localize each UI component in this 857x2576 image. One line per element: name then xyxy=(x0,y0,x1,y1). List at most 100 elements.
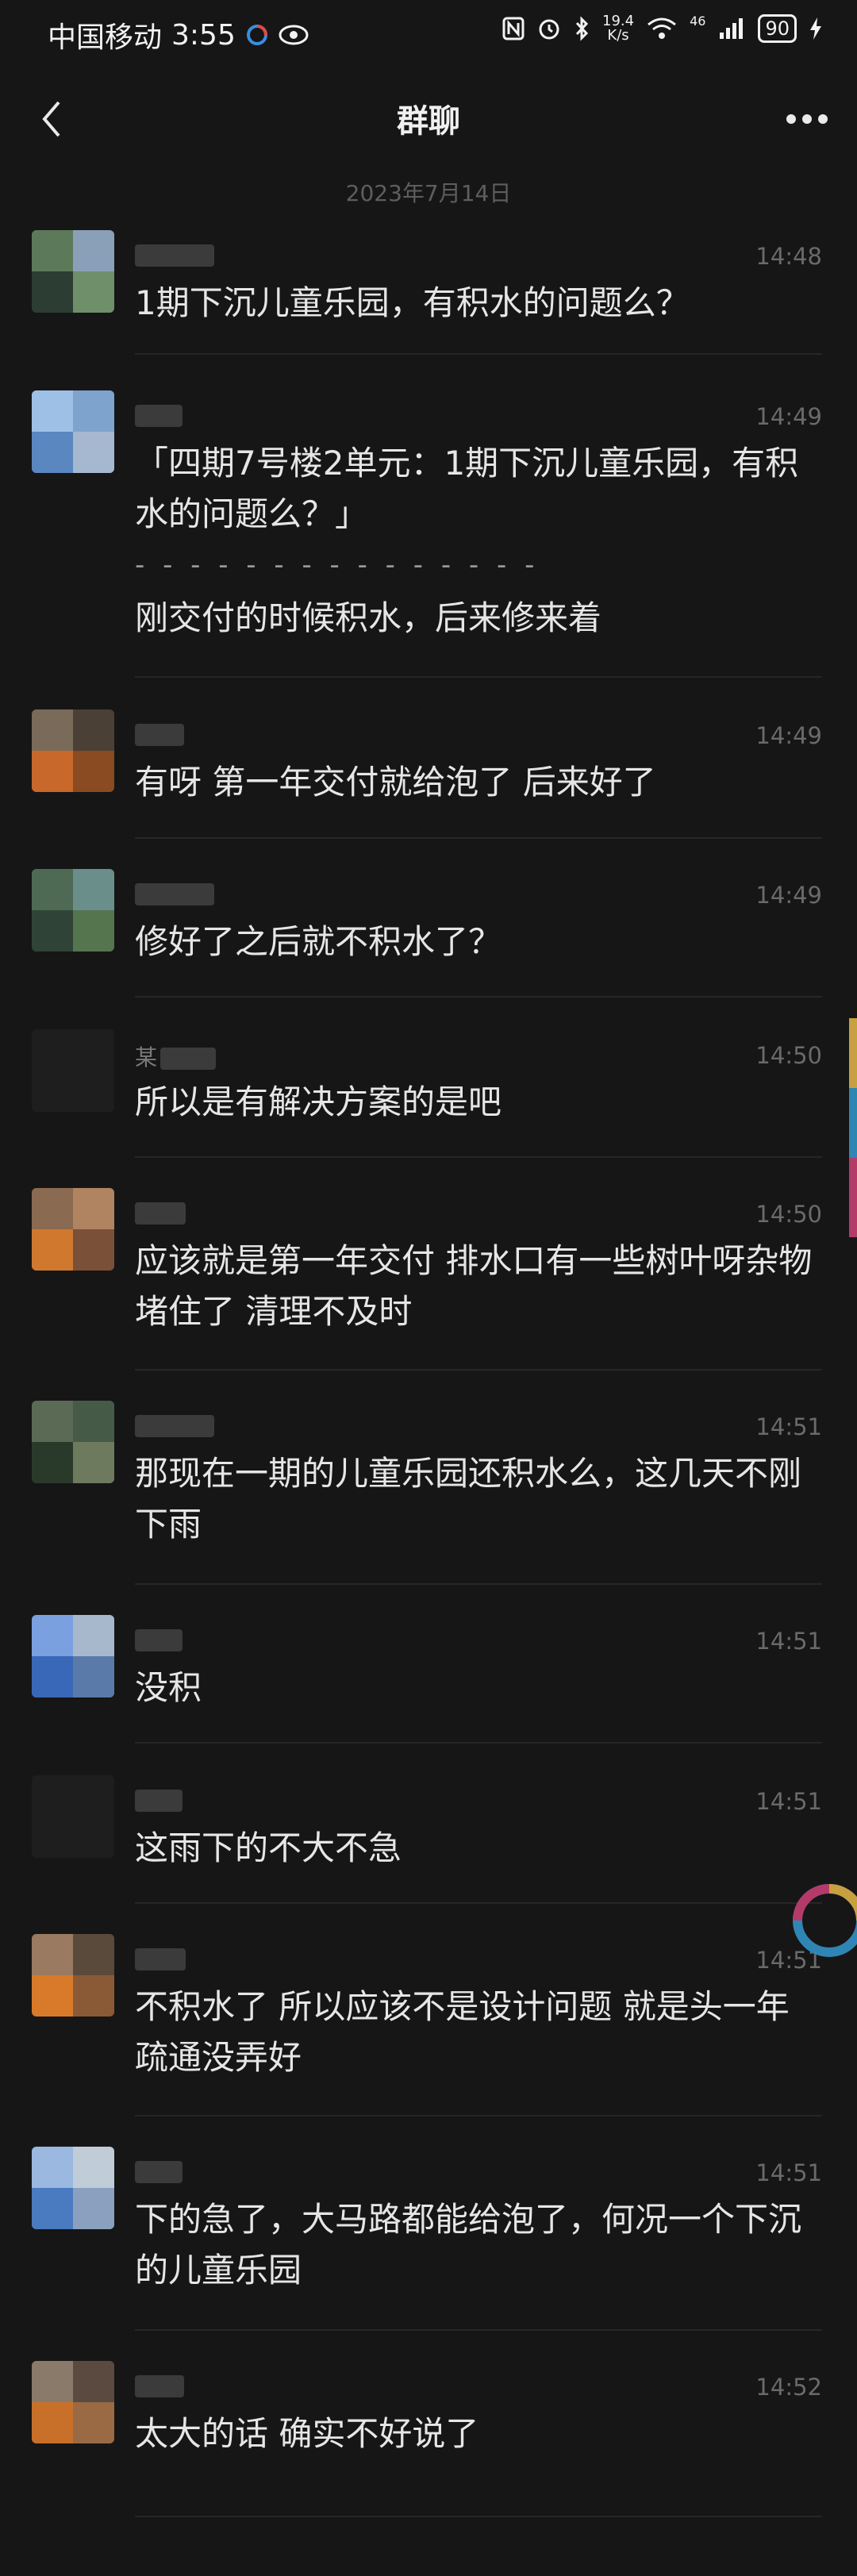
message-item: 14:49 有呀 第一年交付就给泡了 后来好了 xyxy=(0,709,857,829)
avatar[interactable] xyxy=(32,390,114,473)
signal-icon xyxy=(720,18,744,39)
sender-initial: 某 xyxy=(135,1044,158,1071)
divider xyxy=(135,2516,822,2517)
loading-ring-icon xyxy=(246,25,267,45)
message-time: 14:49 xyxy=(755,722,822,749)
avatar[interactable] xyxy=(32,1615,114,1697)
avatar[interactable] xyxy=(32,230,114,313)
message-text: 有呀 第一年交付就给泡了 后来好了 xyxy=(135,763,656,802)
message-item: 14:48 1期下沉儿童乐园，有积水的问题么？ xyxy=(0,230,857,349)
sender-name xyxy=(135,2372,184,2398)
message-time: 14:52 xyxy=(755,2374,822,2401)
net-speed: 19.4 K/s xyxy=(602,14,634,43)
carrier-label: 中国移动 xyxy=(48,21,163,54)
nfc-icon xyxy=(502,17,525,40)
divider xyxy=(135,1742,822,1744)
divider xyxy=(135,676,822,678)
sender-name xyxy=(135,880,214,906)
message-time: 14:51 xyxy=(755,1628,822,1655)
charging-bolt-icon xyxy=(810,17,821,40)
message-text: 太大的话 确实不好说了 xyxy=(135,2414,479,2453)
message-text: 应该就是第一年交付 排水口有一些树叶呀杂物堵住了 清理不及时 xyxy=(135,1241,813,1331)
quoted-message[interactable]: 「四期7号楼2单元：1期下沉儿童乐园，有积水的问题么？」 xyxy=(135,438,817,540)
sender-name xyxy=(135,1626,183,1652)
bluetooth-icon xyxy=(575,16,589,41)
net-speed-unit: K/s xyxy=(607,27,629,44)
battery-indicator: 90 xyxy=(758,14,797,43)
message-item: 14:51 不积水了 所以应该不是设计问题 就是头一年疏通没弄好 xyxy=(0,1934,857,2101)
status-right: 19.4 K/s 46 90 xyxy=(502,13,822,43)
sender-name xyxy=(135,2158,183,2184)
message-time: 14:51 xyxy=(755,1788,822,1815)
more-dots-icon xyxy=(786,114,828,124)
divider xyxy=(135,837,822,839)
sender-name: 某 xyxy=(135,1040,217,1072)
message-time: 14:51 xyxy=(755,2159,822,2186)
avatar[interactable] xyxy=(32,1401,114,1483)
floating-ball-icon[interactable] xyxy=(786,1877,857,1964)
side-strip-yellow[interactable] xyxy=(849,1018,857,1088)
message-text: 没积 xyxy=(135,1668,202,1707)
sender-name xyxy=(135,1945,186,1971)
divider xyxy=(135,353,822,355)
message-time: 14:51 xyxy=(755,1413,822,1440)
message-item: 14:49 「四期7号楼2单元：1期下沉儿童乐园，有积水的问题么？」 - - -… xyxy=(0,390,857,664)
side-strip-blue[interactable] xyxy=(849,1088,857,1158)
avatar[interactable] xyxy=(32,869,114,952)
message-item: 14:51 这雨下的不大不急 xyxy=(0,1775,857,1894)
message-text: 刚交付的时候积水，后来修来着 xyxy=(135,598,602,637)
sender-name xyxy=(135,1412,214,1438)
page-title: 群聊 xyxy=(397,103,460,140)
divider xyxy=(135,1156,822,1158)
message-item: 14:51 那现在一期的儿童乐园还积水么，这几天不刚下雨 xyxy=(0,1401,857,1567)
sender-name xyxy=(135,402,183,428)
message-item: 14:49 修好了之后就不积水了？ xyxy=(0,869,857,988)
divider xyxy=(135,1583,822,1585)
avatar[interactable] xyxy=(32,709,114,792)
message-time: 14:49 xyxy=(755,403,822,430)
nav-bar: 群聊 xyxy=(0,75,857,163)
message-item: 14:51 没积 xyxy=(0,1615,857,1734)
message-text: 1期下沉儿童乐园，有积水的问题么？ xyxy=(135,283,690,322)
avatar[interactable] xyxy=(32,1934,114,2017)
avatar[interactable] xyxy=(32,1188,114,1271)
side-strip-pink[interactable] xyxy=(849,1158,857,1237)
avatar[interactable] xyxy=(32,1775,114,1858)
alarm-icon xyxy=(539,19,559,40)
signal-label: 46 xyxy=(690,13,706,29)
message-item: 14:52 太大的话 确实不好说了 xyxy=(0,2361,857,2480)
message-text: 不积水了 所以应该不是设计问题 就是头一年疏通没弄好 xyxy=(135,1987,790,2077)
message-time: 14:48 xyxy=(755,243,822,270)
status-left: 中国移动 3:55 xyxy=(48,14,309,56)
divider xyxy=(135,2115,822,2117)
message-text: 这雨下的不大不急 xyxy=(135,1828,402,1867)
message-time: 14:50 xyxy=(755,1201,822,1228)
divider xyxy=(135,1369,822,1371)
divider xyxy=(135,1902,822,1904)
more-button[interactable] xyxy=(779,91,835,147)
clock-label: 3:55 xyxy=(171,18,236,52)
sender-name xyxy=(135,1786,183,1813)
avatar[interactable] xyxy=(32,2147,114,2229)
date-separator: 2023年7月14日 xyxy=(345,180,512,206)
sender-name xyxy=(135,721,184,747)
message-text: 下的急了，大马路都能给泡了，何况一个下沉的儿童乐园 xyxy=(135,2200,802,2290)
message-time: 14:49 xyxy=(755,882,822,909)
message-time: 14:50 xyxy=(755,1042,822,1069)
status-bar: 中国移动 3:55 19.4 K/s 46 90 xyxy=(0,0,857,63)
message-text: 所以是有解决方案的是吧 xyxy=(135,1082,502,1121)
message-text: 那现在一期的儿童乐园还积水么，这几天不刚下雨 xyxy=(135,1454,802,1544)
divider xyxy=(135,2329,822,2331)
avatar[interactable] xyxy=(32,1029,114,1112)
avatar[interactable] xyxy=(32,2361,114,2443)
quote-divider: - - - - - - - - - - - - - - - xyxy=(135,549,540,581)
eye-icon xyxy=(279,25,309,45)
message-item: 14:51 下的急了，大马路都能给泡了，何况一个下沉的儿童乐园 xyxy=(0,2147,857,2313)
wifi-icon xyxy=(648,17,677,39)
sender-name xyxy=(135,1199,186,1225)
message-item: 某 14:50 所以是有解决方案的是吧 xyxy=(0,1029,857,1148)
message-text: 修好了之后就不积水了？ xyxy=(135,922,502,961)
message-item: 14:50 应该就是第一年交付 排水口有一些树叶呀杂物堵住了 清理不及时 xyxy=(0,1188,857,1355)
sender-name xyxy=(135,241,214,267)
divider xyxy=(135,996,822,998)
